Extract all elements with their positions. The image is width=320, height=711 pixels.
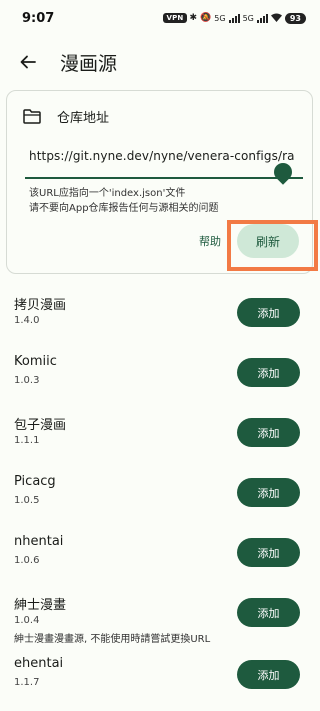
source-version: 1.4.0 bbox=[14, 315, 40, 326]
source-name: 紳士漫畫 bbox=[14, 598, 67, 613]
repo-url-input[interactable]: https://git.nyne.dev/nyne/venera-configs… bbox=[29, 149, 301, 163]
net1-label: 5G bbox=[214, 13, 226, 23]
net2-label: 5G bbox=[242, 13, 254, 23]
source-version: 1.0.3 bbox=[14, 375, 40, 386]
source-version: 1.1.1 bbox=[14, 435, 40, 446]
vpn-badge: VPN bbox=[163, 13, 187, 23]
source-item-wnacg: 紳士漫畫 1.0.4 紳士漫畫漫畫源, 不能使用時請嘗試更換URL 添加 bbox=[0, 584, 320, 646]
text-cursor-handle[interactable] bbox=[270, 159, 296, 185]
source-item-nhentai: nhentai 1.0.6 添加 bbox=[0, 524, 320, 584]
source-item-copymanga: 拷贝漫画 1.4.0 添加 bbox=[0, 284, 320, 344]
source-version: 1.0.4 bbox=[14, 615, 40, 626]
help-button[interactable]: 帮助 bbox=[199, 233, 221, 249]
wifi-icon bbox=[270, 13, 282, 24]
repo-label: 仓库地址 bbox=[57, 111, 110, 126]
source-name: nhentai bbox=[14, 534, 64, 549]
signal-icon-2 bbox=[256, 13, 268, 23]
input-underline bbox=[25, 177, 303, 179]
add-button[interactable]: 添加 bbox=[237, 660, 300, 689]
add-button[interactable]: 添加 bbox=[237, 358, 300, 387]
page-title: 漫画源 bbox=[60, 52, 118, 75]
add-button[interactable]: 添加 bbox=[237, 598, 300, 627]
repo-hint-1: 该URL应指向一个'index.json'文件 bbox=[29, 188, 186, 199]
source-item-baozi: 包子漫画 1.1.1 添加 bbox=[0, 404, 320, 464]
refresh-button[interactable]: 刷新 bbox=[237, 224, 299, 258]
repo-hint-2: 请不要向App仓库报告任何与源相关的问题 bbox=[29, 203, 219, 214]
source-description: 紳士漫畫漫畫源, 不能使用時請嘗試更換URL bbox=[14, 634, 211, 645]
source-name: Picacg bbox=[14, 474, 56, 489]
folder-icon bbox=[23, 109, 41, 124]
signal-icon bbox=[228, 13, 240, 23]
source-name: ehentai bbox=[14, 656, 64, 671]
battery-badge: 93 bbox=[284, 12, 306, 24]
status-time: 9:07 bbox=[22, 10, 55, 26]
source-item-ehentai: ehentai 1.1.7 添加 bbox=[0, 646, 320, 706]
add-button[interactable]: 添加 bbox=[237, 298, 300, 327]
status-bar: 9:07 VPN ✱ 🔕 5G 5G 93 bbox=[0, 0, 320, 36]
source-version: 1.1.7 bbox=[14, 677, 40, 688]
source-version: 1.0.6 bbox=[14, 555, 40, 566]
source-name: 包子漫画 bbox=[14, 418, 67, 433]
app-bar: 漫画源 bbox=[0, 36, 320, 88]
mute-icon: 🔕 bbox=[200, 13, 212, 23]
source-item-komiic: Komiic 1.0.3 添加 bbox=[0, 344, 320, 404]
back-button[interactable] bbox=[4, 38, 52, 86]
source-list: 拷贝漫画 1.4.0 添加 Komiic 1.0.3 添加 包子漫画 1.1.1… bbox=[0, 284, 320, 706]
add-button[interactable]: 添加 bbox=[237, 538, 300, 567]
add-button[interactable]: 添加 bbox=[237, 478, 300, 507]
status-icons: VPN ✱ 🔕 5G 5G 93 bbox=[163, 12, 306, 24]
repo-header: 仓库地址 bbox=[23, 107, 109, 126]
arrow-left-icon bbox=[20, 55, 36, 69]
source-version: 1.0.5 bbox=[14, 495, 40, 506]
source-name: 拷贝漫画 bbox=[14, 298, 67, 313]
source-item-picacg: Picacg 1.0.5 添加 bbox=[0, 464, 320, 524]
add-button[interactable]: 添加 bbox=[237, 418, 300, 447]
source-name: Komiic bbox=[14, 354, 57, 369]
bluetooth-icon: ✱ bbox=[189, 13, 198, 23]
